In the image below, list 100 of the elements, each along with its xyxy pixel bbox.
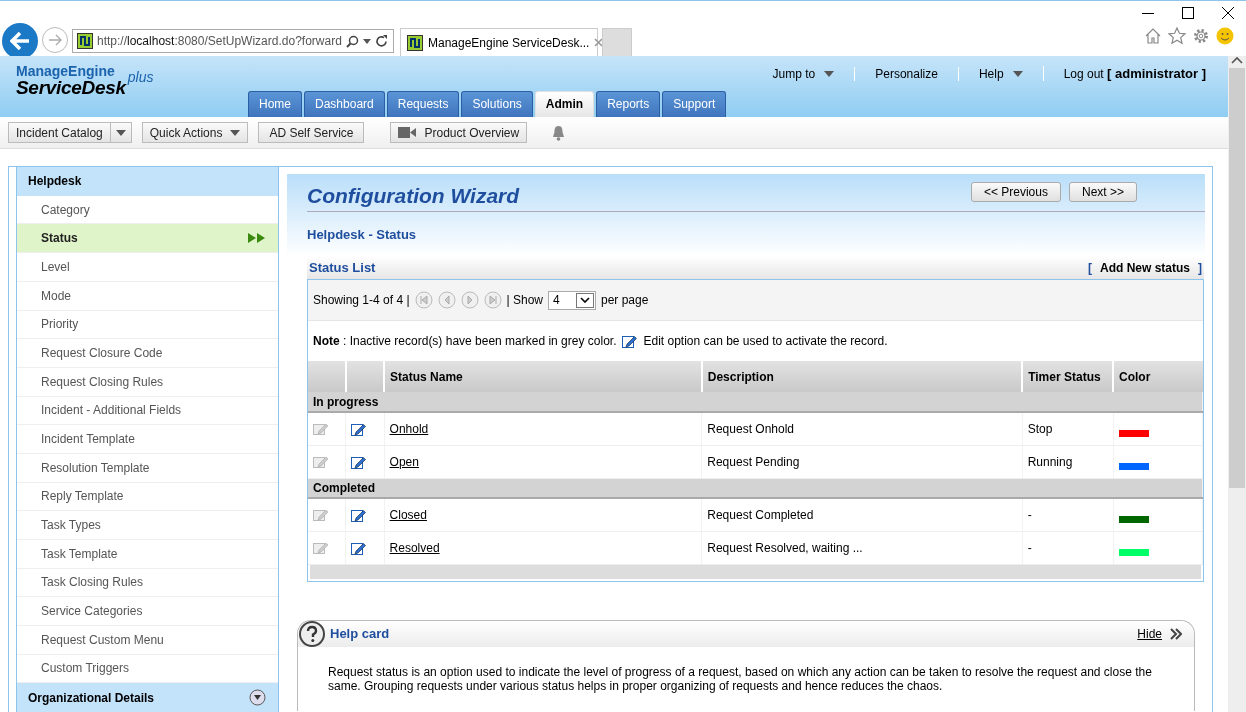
expand-icon[interactable]	[249, 689, 266, 707]
double-arrow-icon	[248, 233, 266, 244]
video-camera-icon	[398, 127, 417, 138]
scrollbar[interactable]	[1228, 56, 1246, 712]
section-title: Organizational Details	[28, 690, 155, 705]
status-name-link[interactable]: Onhold	[389, 421, 429, 436]
sidebar-item[interactable]: Task Types	[17, 511, 278, 540]
tab-title: ManageEngine ServiceDesk...	[428, 35, 590, 50]
sidebar-item[interactable]: Task Template	[17, 539, 278, 569]
sidebar-item-label: Priority	[41, 317, 79, 332]
wizard-button[interactable]: << Previous	[970, 182, 1061, 202]
note-text: Edit option can be used to activate the record.	[643, 334, 888, 348]
caret-icon	[115, 129, 126, 136]
caret-icon	[1012, 70, 1023, 77]
logo-edition: plus	[127, 70, 154, 84]
sidebar-section-header[interactable]: Helpdesk	[17, 167, 278, 196]
column-header: Status Name	[384, 361, 702, 392]
close-icon[interactable]	[1222, 7, 1234, 19]
previous-page-icon[interactable]	[437, 291, 456, 309]
table-cell: Request Completed	[701, 498, 1023, 531]
scrollbar-thumb[interactable]	[1229, 68, 1245, 488]
page-subtitle: Helpdesk - Status	[307, 227, 418, 242]
bell-icon[interactable]	[551, 124, 567, 141]
nav-tab[interactable]: Home	[248, 91, 302, 117]
settings-icon[interactable]	[1192, 27, 1210, 45]
sidebar-item-label: Level	[41, 260, 70, 274]
status-name-link[interactable]: Closed	[389, 507, 427, 522]
toolbar-button[interactable]: AD Self Service	[258, 122, 365, 143]
table-cell: Request Pending	[701, 445, 1023, 478]
status-name-link[interactable]: Resolved	[389, 540, 440, 555]
nav-tab[interactable]: Reports	[596, 91, 661, 117]
sidebar-item[interactable]: Priority	[17, 310, 278, 340]
sidebar-item[interactable]: Level	[17, 253, 278, 282]
group-header: Completed	[308, 478, 1203, 498]
sidebar-item-label: Category	[41, 202, 90, 217]
sidebar-item-label: Resolution Template	[41, 460, 150, 475]
nav-tab[interactable]: Admin	[534, 91, 595, 117]
smiley-icon[interactable]	[1216, 27, 1234, 45]
scroll-up-icon[interactable]	[1231, 56, 1243, 64]
sidebar-item-label: Task Types	[41, 518, 101, 533]
sidebar-item-label: Request Custom Menu	[41, 632, 164, 647]
dropdown-button[interactable]	[109, 122, 132, 143]
edit-icon[interactable]	[351, 454, 367, 469]
sidebar-item[interactable]: Request Custom Menu	[17, 625, 278, 655]
sidebar-item[interactable]: Request Closing Rules	[17, 367, 278, 397]
status-name-link[interactable]: Open	[389, 454, 419, 469]
sidebar-item[interactable]: Status	[17, 224, 278, 254]
header-link[interactable]: Personalize	[854, 66, 958, 81]
refresh-icon[interactable]	[374, 34, 388, 48]
sidebar-item[interactable]: Task Closing Rules	[17, 568, 278, 598]
edit-icon[interactable]	[622, 334, 638, 348]
nav-tab[interactable]: Solutions	[461, 91, 533, 117]
edit-icon[interactable]	[351, 540, 367, 555]
sidebar-item[interactable]: Reply Template	[17, 482, 278, 512]
toolbar-button[interactable]: Quick Actions	[141, 122, 249, 143]
sidebar-item[interactable]: Mode	[17, 281, 278, 311]
sidebar-item-label: Request Closure Code	[41, 346, 163, 360]
sidebar-item[interactable]: Incident Template	[17, 425, 278, 454]
group-header: In progress	[308, 392, 1203, 412]
next-page-icon[interactable]	[460, 291, 479, 309]
header-link[interactable]: Help	[957, 66, 1043, 81]
wizard-title: Configuration Wizard	[307, 184, 520, 209]
edit-icon[interactable]	[351, 507, 367, 522]
nav-tab[interactable]: Requests	[386, 91, 460, 117]
table-cell: Stop	[1022, 412, 1113, 445]
header-link[interactable]: Jump to	[752, 66, 855, 81]
bracket: ]	[1198, 260, 1202, 275]
maximize-icon[interactable]	[1182, 7, 1194, 19]
logout-link[interactable]: Log out	[1063, 67, 1104, 81]
double-chevron-icon	[1170, 627, 1182, 640]
nav-tab[interactable]: Dashboard	[304, 91, 385, 117]
table-cell: -	[1022, 531, 1113, 564]
caret-icon[interactable]	[362, 38, 371, 44]
sidebar-item-label: Incident - Additional Fields	[41, 403, 182, 418]
nav-tab[interactable]: Support	[662, 91, 727, 117]
table-cell: -	[1022, 498, 1113, 531]
sidebar-section-header[interactable]: Organizational Details	[17, 683, 278, 712]
hide-link[interactable]: Hide	[1137, 626, 1182, 641]
column-header	[345, 361, 385, 392]
help-icon	[298, 620, 326, 647]
help-text: Request status is an option used to indicate the level of progress of a request, based on which any action can be taken to resolve the request and close the same. Grouping requests under various status helps in proper organizing of requests and hence reduces the chaos.	[327, 663, 1153, 693]
column-header: Description	[701, 361, 1023, 392]
sidebar-item[interactable]: Incident - Additional Fields	[17, 396, 278, 426]
wizard-button[interactable]: Next >>	[1068, 182, 1137, 202]
search-icon[interactable]	[345, 34, 359, 48]
back-button[interactable]	[2, 23, 38, 59]
toolbar-button[interactable]: Product Overview	[390, 122, 528, 143]
sidebar-item-label: Task Template	[41, 546, 118, 561]
sidebar-item[interactable]: Resolution Template	[17, 453, 278, 483]
add-status-link[interactable]: Add New status	[1100, 260, 1190, 275]
sidebar-item-label: Request Closing Rules	[41, 374, 164, 389]
per-page-select[interactable]: 4	[548, 290, 596, 310]
star-icon[interactable]	[1168, 27, 1186, 45]
catalog-button[interactable]: Incident Catalog	[8, 122, 110, 143]
sidebar-item[interactable]: Service Categories	[17, 597, 278, 626]
bracket: [	[1088, 260, 1092, 275]
edit-icon[interactable]	[351, 421, 367, 436]
sidebar-item[interactable]: Request Closure Code	[17, 339, 278, 368]
home-icon[interactable]	[1144, 27, 1162, 45]
address-field[interactable]: http://localhost:8080/SetUpWizard.do?forward	[72, 29, 394, 53]
